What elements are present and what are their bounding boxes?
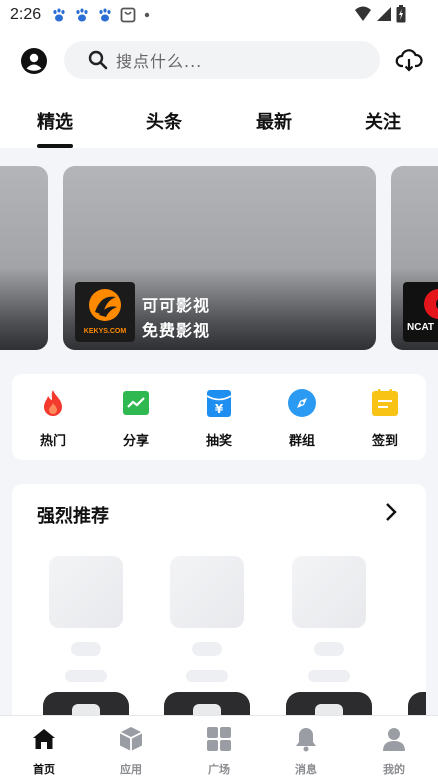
wifi-icon xyxy=(355,6,371,21)
bottom-nav: 首页 应用 广场 消息 我的 xyxy=(0,715,438,779)
nav-apps[interactable]: 应用 xyxy=(101,726,161,777)
quick-nav-label: 热门 xyxy=(39,434,66,449)
placeholder-line xyxy=(314,642,344,656)
signal-icon xyxy=(377,7,391,21)
placeholder-line xyxy=(71,642,101,656)
quick-nav-checkin[interactable]: 签到 xyxy=(355,388,415,449)
placeholder-line xyxy=(192,642,222,656)
quick-nav-hot[interactable]: 热门 xyxy=(23,388,83,449)
svg-text:¥: ¥ xyxy=(215,402,224,416)
quick-nav-label: 群组 xyxy=(288,434,315,449)
quick-nav-card: 热门 分享 ¥ 抽奖 群组 签到 xyxy=(12,374,426,460)
placeholder-thumbnail xyxy=(170,556,244,628)
logo-caption: KEKYS.COM xyxy=(83,328,127,335)
person-icon xyxy=(383,728,405,751)
nav-square[interactable]: 广场 xyxy=(189,726,249,777)
nav-label: 我的 xyxy=(383,763,405,776)
search-placeholder: 搜点什么... xyxy=(116,52,203,71)
quick-nav-share[interactable]: 分享 xyxy=(106,388,166,449)
kekys-logo-icon xyxy=(89,289,121,321)
dot-icon xyxy=(144,12,150,18)
quick-nav-label: 签到 xyxy=(371,434,398,449)
app-logo: KEKYS.COM xyxy=(75,282,135,342)
banner-subtitle: 免费影视 xyxy=(142,321,211,340)
home-icon xyxy=(33,729,55,749)
tab-latest[interactable]: 最新 xyxy=(256,108,292,134)
placeholder-thumbnail xyxy=(292,556,366,628)
tab-featured[interactable]: 精选 xyxy=(37,108,73,134)
section-title: 强烈推荐 xyxy=(37,506,109,527)
status-bar: 2:26 xyxy=(0,0,438,30)
tab-bar: 精选 头条 最新 关注 xyxy=(0,90,438,148)
box-icon xyxy=(119,727,143,751)
compass-icon xyxy=(288,389,316,417)
nav-messages[interactable]: 消息 xyxy=(276,726,336,777)
recommend-card: 强烈推荐 xyxy=(12,484,426,744)
placeholder-thumbnail xyxy=(49,556,123,628)
grid-icon xyxy=(207,727,231,751)
placeholder-line xyxy=(65,670,107,682)
app-logo: NCAT xyxy=(403,282,438,342)
quick-nav-groups[interactable]: 群组 xyxy=(272,388,332,449)
banner-slide-next[interactable]: NCAT xyxy=(391,166,438,350)
shopping-bag-icon xyxy=(120,7,136,23)
nav-label: 应用 xyxy=(120,763,142,776)
tab-following[interactable]: 关注 xyxy=(365,108,401,134)
search-bar[interactable]: 搜点什么... xyxy=(64,41,380,79)
nav-label: 消息 xyxy=(295,763,317,776)
banner-slide[interactable]: KEKYS.COM 可可影视 免费影视 xyxy=(63,166,376,350)
quick-nav-label: 抽奖 xyxy=(205,434,232,449)
yen-envelope-icon: ¥ xyxy=(206,390,232,417)
placeholder-line xyxy=(308,670,350,682)
trend-chart-icon xyxy=(123,391,149,415)
battery-charging-icon xyxy=(396,5,406,23)
chevron-right-icon[interactable] xyxy=(382,502,400,522)
cloud-download-icon[interactable] xyxy=(395,46,423,74)
tab-headlines[interactable]: 头条 xyxy=(146,108,182,134)
banner-title: 可可影视 xyxy=(142,296,211,315)
quick-nav-lottery[interactable]: ¥ 抽奖 xyxy=(189,388,249,449)
nav-label: 广场 xyxy=(208,763,230,776)
search-icon xyxy=(88,50,108,70)
status-time: 2:26 xyxy=(10,6,42,23)
paw-icon xyxy=(76,8,88,22)
bell-icon xyxy=(296,728,316,752)
user-icon[interactable] xyxy=(20,47,48,75)
tab-indicator xyxy=(37,144,73,148)
header: 搜点什么... xyxy=(0,30,438,90)
paw-icon xyxy=(53,8,65,22)
notepad-icon xyxy=(372,389,398,416)
quick-nav-label: 分享 xyxy=(122,434,149,449)
nav-home[interactable]: 首页 xyxy=(14,726,74,777)
banner-carousel[interactable]: KEKYS.COM 可可影视 免费影视 NCAT xyxy=(0,166,438,351)
nav-label: 首页 xyxy=(33,763,55,776)
logo-caption: NCAT xyxy=(407,322,435,333)
nav-profile[interactable]: 我的 xyxy=(364,726,424,777)
banner-slide-previous[interactable] xyxy=(0,166,48,350)
paw-icon xyxy=(99,8,111,22)
placeholder-line xyxy=(186,670,228,682)
fire-icon xyxy=(44,390,62,416)
